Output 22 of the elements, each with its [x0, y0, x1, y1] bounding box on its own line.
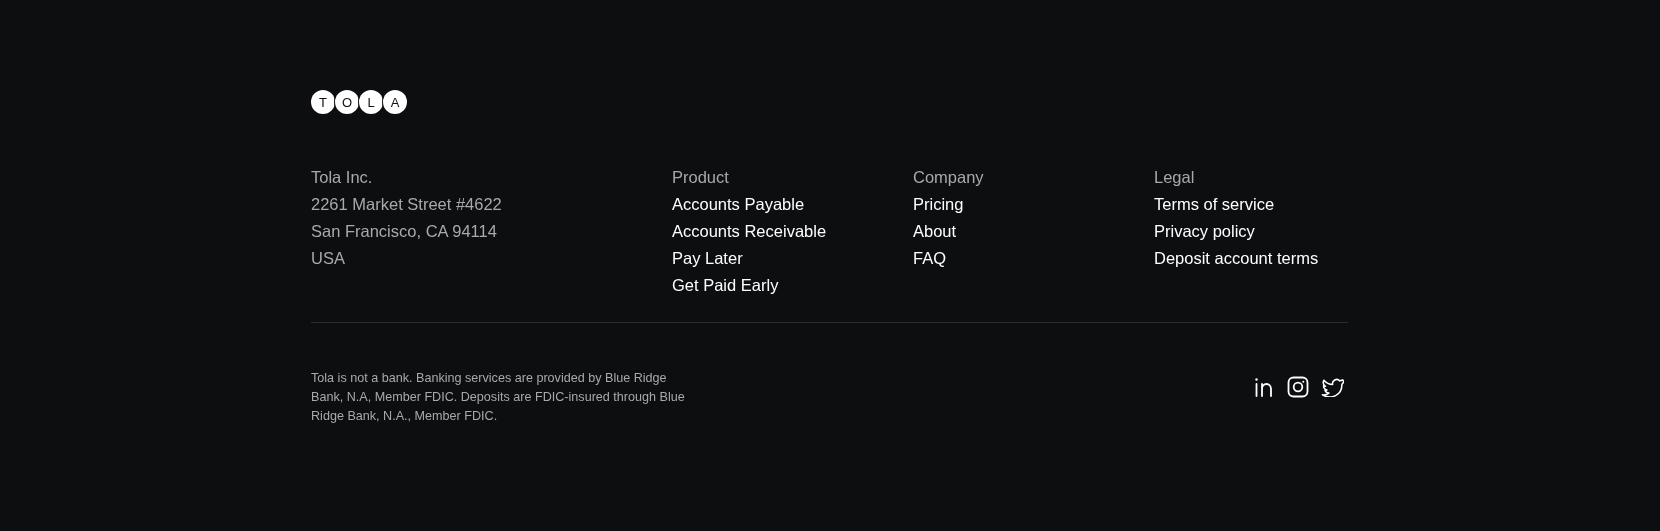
linkedin-icon[interactable] [1253, 376, 1275, 398]
address-line: Tola Inc. [311, 167, 374, 188]
column-heading: Company [913, 167, 985, 188]
address-line: USA [311, 248, 346, 269]
logo[interactable]: T O L A [311, 90, 1660, 114]
column-heading: Product [672, 167, 730, 188]
footer-link[interactable]: Deposit account terms [1154, 245, 1354, 272]
bird-icon[interactable] [1321, 377, 1344, 397]
footer-link[interactable]: FAQ [913, 245, 1154, 272]
address-line: San Francisco, CA 94114 [311, 221, 498, 242]
footer-link[interactable]: Pricing [913, 191, 1154, 218]
footer-link[interactable]: Privacy policy [1154, 218, 1354, 245]
footer-link[interactable]: Pay Later [672, 245, 913, 272]
footer-link[interactable]: Accounts Receivable [672, 218, 913, 245]
column-heading: Legal [1154, 167, 1196, 188]
disclaimer-text: Tola is not a bank. Banking services are provided by Blue Ridge Bank, N.A, Member FDIC. Deposits are FDIC-insured through Blue Ridge Bank, N.A., Member FDIC. [311, 370, 686, 425]
instagram-icon[interactable] [1287, 376, 1309, 398]
footer-link[interactable]: Accounts Payable [672, 191, 913, 218]
address-line: 2261 Market Street #4622 [311, 194, 503, 215]
footer-link[interactable]: About [913, 218, 1154, 245]
footer-link[interactable]: Terms of service [1154, 191, 1354, 218]
footer-link[interactable]: Get Paid Early [672, 272, 913, 299]
